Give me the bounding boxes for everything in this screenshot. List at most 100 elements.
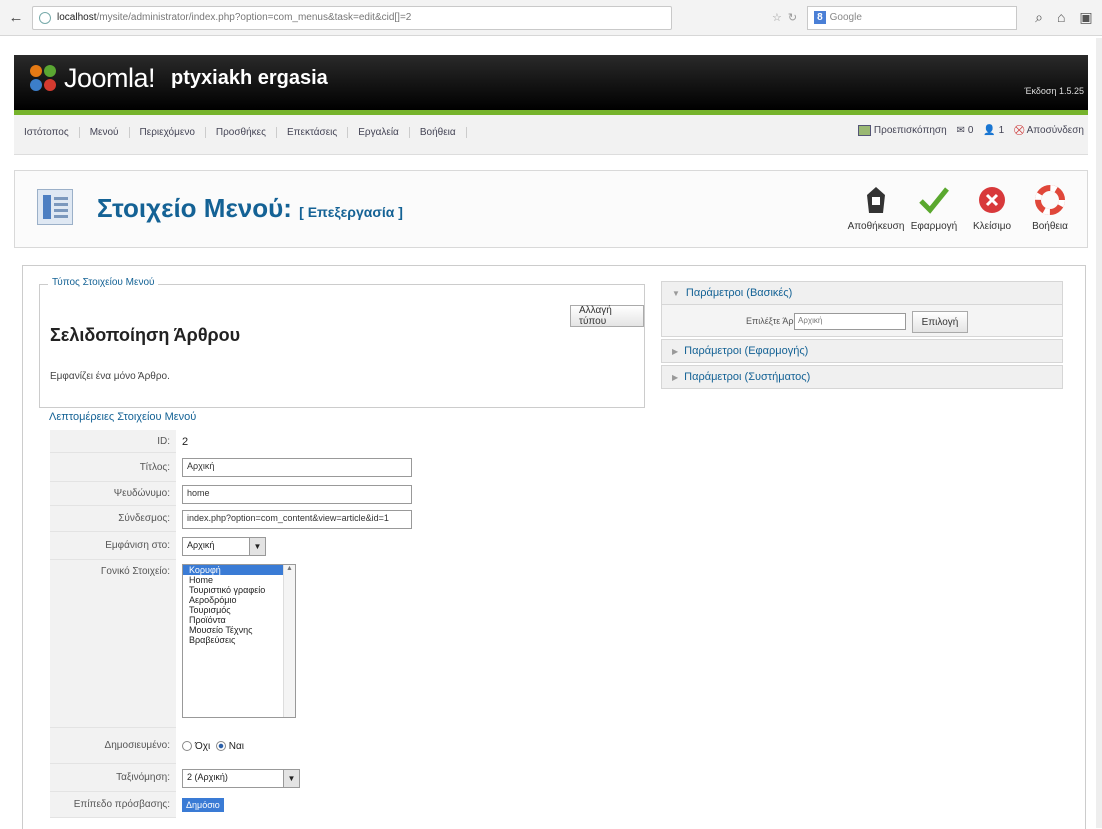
display-in-select[interactable]: Αρχική ▼ bbox=[182, 536, 266, 556]
page-scrollbar[interactable] bbox=[1096, 38, 1102, 828]
form-row-published: Δημοσιευμένο: Όχι Ναι bbox=[50, 728, 650, 764]
close-button[interactable]: Κλείσιμο bbox=[963, 183, 1021, 232]
menu-item-tools[interactable]: Εργαλεία bbox=[348, 127, 410, 138]
url-host: localhost bbox=[57, 12, 97, 23]
change-type-button[interactable]: Αλλαγή τύπου bbox=[570, 305, 644, 327]
logout-label: Αποσύνδεση bbox=[1026, 125, 1084, 137]
menu-item-menus[interactable]: Μενού bbox=[80, 127, 130, 138]
save-button[interactable]: Αποθήκευση bbox=[847, 183, 905, 232]
menu-item-components[interactable]: Προσθήκες bbox=[206, 127, 277, 138]
search-box[interactable]: 8 Google bbox=[807, 5, 1018, 30]
access-value[interactable]: Δημόσιο bbox=[182, 798, 224, 812]
home-icon[interactable]: ⌂ bbox=[1057, 9, 1065, 26]
list-item[interactable]: Τουριστικό γραφείο bbox=[183, 585, 295, 595]
messages-icon: ✉ bbox=[956, 125, 966, 137]
main-menu: Ιστότοπος Μενού Περιεχόμενο Προσθήκες Επ… bbox=[14, 127, 467, 138]
menu-item-site[interactable]: Ιστότοπος bbox=[14, 127, 80, 138]
url-path: /mysite/administrator/index.php?option=c… bbox=[96, 12, 412, 23]
globe-icon bbox=[39, 11, 51, 24]
form-row-display: Εμφάνιση στο: Αρχική ▼ bbox=[50, 532, 650, 560]
admin-menubar: Ιστότοπος Μενού Περιεχόμενο Προσθήκες Επ… bbox=[14, 115, 1088, 155]
order-value: 2 (Αρχική) bbox=[187, 771, 228, 782]
display-in-label: Εμφάνιση στο: bbox=[50, 532, 176, 560]
menu-item-help[interactable]: Βοήθεια bbox=[410, 127, 467, 138]
details-form: ID: 2 Τίτλος: Αρχική Ψευδώνυμο: home Σύν… bbox=[50, 430, 650, 818]
close-label: Κλείσιμο bbox=[972, 221, 1012, 232]
details-legend: Λεπτομέρειες Στοιχείου Μενού bbox=[49, 411, 197, 423]
select-article-button[interactable]: Επιλογή bbox=[912, 311, 968, 333]
search-icon[interactable]: ⌕ bbox=[1035, 9, 1043, 26]
type-description: Εμφανίζει ένα μόνο Άρθρο. bbox=[50, 371, 170, 382]
parent-item-listbox[interactable]: Κορυφή Home Τουριστικό γραφείο Αεροδρόμι… bbox=[182, 564, 296, 718]
system-params-header[interactable]: ▶ Παράμετροι (Συστήματος) bbox=[661, 365, 1063, 389]
basic-params-body: Επιλέξτε Άρθρο Αρχική Επιλογή bbox=[661, 305, 1063, 337]
joomla-logo: Joomla! ptyxiakh ergasia bbox=[30, 63, 328, 94]
preview-link[interactable]: Προεπισκόπηση bbox=[857, 125, 947, 137]
title-label: Τίτλος: bbox=[50, 453, 176, 482]
component-params-header[interactable]: ▶ Παράμετροι (Εφαρμογής) bbox=[661, 339, 1063, 363]
form-row-access: Επίπεδο πρόσβασης: Δημόσιο bbox=[50, 792, 650, 818]
published-no-label: Όχι bbox=[195, 740, 211, 752]
preview-icon bbox=[857, 125, 871, 136]
joomla-logo-icon bbox=[30, 64, 58, 93]
system-params-title: Παράμετροι (Συστήματος) bbox=[684, 371, 811, 383]
id-label: ID: bbox=[50, 430, 176, 453]
google-icon: 8 bbox=[814, 11, 826, 24]
apply-label: Εφαρμογή bbox=[910, 221, 958, 232]
alias-input[interactable]: home bbox=[182, 484, 412, 504]
preview-label: Προεπισκόπηση bbox=[873, 125, 947, 137]
link-input[interactable]: index.php?option=com_content&view=articl… bbox=[182, 509, 412, 529]
browser-icons: ⌕ ⌂ ▣ bbox=[1035, 9, 1093, 26]
title-input[interactable]: Αρχική bbox=[182, 458, 412, 477]
expand-icon: ▶ bbox=[672, 346, 679, 356]
close-icon bbox=[974, 183, 1010, 217]
help-button[interactable]: Βοήθεια bbox=[1021, 183, 1079, 232]
menu-item-content[interactable]: Περιεχόμενο bbox=[130, 127, 206, 138]
window-icon[interactable]: ▣ bbox=[1079, 9, 1092, 26]
messages-link[interactable]: ✉ 0 bbox=[957, 125, 974, 136]
menu-item-extensions[interactable]: Επεκτάσεις bbox=[277, 127, 349, 138]
list-item[interactable]: Home bbox=[183, 575, 295, 585]
form-row-title: Τίτλος: Αρχική bbox=[50, 453, 650, 482]
type-title: Σελιδοποίηση Άρθρου bbox=[50, 325, 241, 345]
list-item[interactable]: Αεροδρόμιο bbox=[183, 595, 295, 605]
save-label: Αποθήκευση bbox=[847, 221, 905, 232]
address-bar[interactable]: localhost /mysite/administrator/index.ph… bbox=[32, 5, 672, 30]
users-link[interactable]: 👤 1 bbox=[983, 125, 1004, 136]
check-icon bbox=[916, 183, 952, 217]
list-item[interactable]: Βραβεύσεις bbox=[183, 635, 295, 645]
list-item[interactable]: Κορυφή bbox=[183, 565, 295, 575]
save-icon bbox=[858, 183, 894, 217]
order-select[interactable]: 2 (Αρχική) ▼ bbox=[182, 768, 300, 788]
display-in-value: Αρχική bbox=[187, 539, 215, 550]
site-name: ptyxiakh ergasia bbox=[171, 67, 328, 89]
back-icon[interactable]: ← bbox=[4, 6, 28, 30]
list-item[interactable]: Μουσείο Τέχνης bbox=[183, 625, 295, 635]
reload-icon[interactable]: ↻ bbox=[788, 11, 797, 24]
form-row-link: Σύνδεσμος: index.php?option=com_content&… bbox=[50, 506, 650, 532]
list-item[interactable]: Προϊόντα bbox=[183, 615, 295, 625]
logout-link[interactable]: ⛒ Αποσύνδεση bbox=[1014, 125, 1084, 136]
id-value: 2 bbox=[182, 435, 189, 448]
users-count: 1 bbox=[998, 125, 1005, 137]
apply-button[interactable]: Εφαρμογή bbox=[905, 183, 963, 232]
list-item[interactable]: Τουρισμός bbox=[183, 605, 295, 615]
bookmark-star-icon[interactable]: ☆ bbox=[772, 11, 782, 24]
form-row-alias: Ψευδώνυμο: home bbox=[50, 482, 650, 506]
select-article-input[interactable]: Αρχική bbox=[794, 313, 906, 330]
logo-text: Joomla! bbox=[64, 63, 156, 93]
basic-params-header[interactable]: ▼ Παράμετροι (Βασικές) bbox=[661, 281, 1063, 305]
order-label: Ταξινόμηση: bbox=[50, 764, 176, 792]
listbox-scrollbar[interactable]: ▲ bbox=[283, 565, 295, 717]
published-no-radio[interactable] bbox=[182, 740, 192, 751]
alias-label: Ψευδώνυμο: bbox=[50, 482, 176, 506]
logout-icon: ⛒ bbox=[1014, 125, 1025, 137]
status-bar: Προεπισκόπηση ✉ 0 👤 1 ⛒ Αποσύνδεση bbox=[857, 125, 1084, 137]
published-yes-radio[interactable] bbox=[215, 740, 226, 751]
search-engine-label: Google bbox=[829, 12, 862, 23]
users-icon: 👤 bbox=[983, 125, 996, 137]
type-legend: Τύπος Στοιχείου Μενού bbox=[48, 277, 159, 288]
chevron-down-icon: ▼ bbox=[283, 769, 299, 787]
published-label: Δημοσιευμένο: bbox=[50, 728, 176, 764]
parameters-column: ▼ Παράμετροι (Βασικές) Επιλέξτε Άρθρο Αρ… bbox=[661, 281, 1063, 391]
